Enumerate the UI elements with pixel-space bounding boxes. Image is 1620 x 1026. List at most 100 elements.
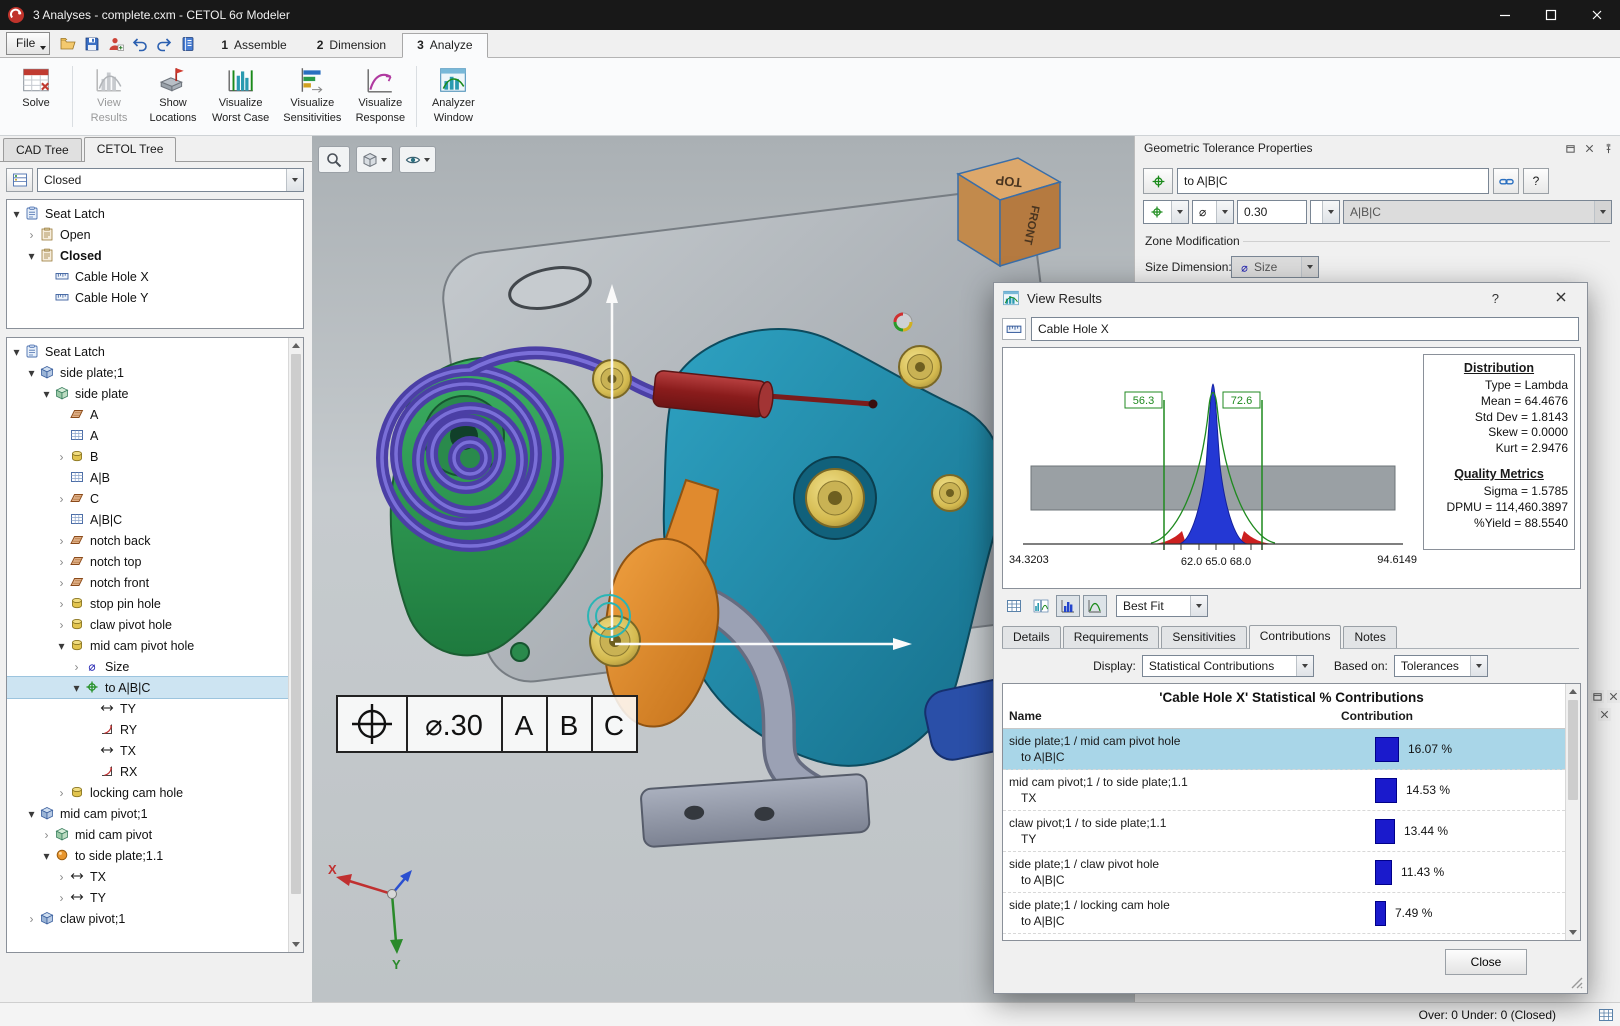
- tolerance-type-button[interactable]: [1143, 168, 1173, 194]
- measurement-name-input[interactable]: Cable Hole X: [1031, 317, 1579, 341]
- expand-icon[interactable]: ›: [54, 891, 69, 905]
- scroll-down-icon[interactable]: [1566, 925, 1580, 940]
- contribution-row-mid-cam-1-to-mid-cam-pivot-1-1[interactable]: mid cam;1 / to mid cam pivot;1.1: [1003, 934, 1580, 941]
- tree-item-rx[interactable]: RX: [7, 761, 288, 782]
- tree-item-closed[interactable]: ▾Closed: [7, 245, 303, 266]
- view-cube[interactable]: TOP FRONT: [958, 158, 1060, 266]
- tree-item-cable-hole-x[interactable]: Cable Hole X: [7, 266, 303, 287]
- tolerance-name-input[interactable]: to A|B|C: [1177, 168, 1489, 194]
- dropdown-arrow-icon[interactable]: [286, 169, 303, 191]
- tree-item-cable-hole-y[interactable]: Cable Hole Y: [7, 287, 303, 308]
- analysis-state-dropdown[interactable]: Closed: [37, 168, 304, 192]
- collapse-icon[interactable]: ▾: [39, 387, 54, 401]
- tree-item-seat-latch[interactable]: ▾Seat Latch: [7, 203, 303, 224]
- expand-icon[interactable]: ›: [54, 786, 69, 800]
- based-on-dropdown[interactable]: Tolerances: [1394, 655, 1488, 677]
- solve-button[interactable]: Solve: [4, 61, 68, 132]
- panel-float-icon[interactable]: [1565, 143, 1576, 154]
- ribbon-tab-dimension[interactable]: 2Dimension: [303, 34, 400, 57]
- tree-item-size[interactable]: ›⌀Size: [7, 656, 288, 677]
- show-fit-curve-button[interactable]: [1083, 595, 1107, 617]
- tree-item-stop-pin-hole[interactable]: ›stop pin hole: [7, 593, 288, 614]
- collapse-icon[interactable]: ▾: [9, 207, 24, 221]
- tree-item-mid-cam-pivot[interactable]: ›mid cam pivot: [7, 824, 288, 845]
- expand-icon[interactable]: ›: [54, 534, 69, 548]
- dialog-title-bar[interactable]: View Results ?: [994, 283, 1587, 313]
- tree-item-mid-cam-pivot-hole[interactable]: ▾mid cam pivot hole: [7, 635, 288, 656]
- visibility-button[interactable]: [399, 146, 436, 173]
- show-locations-button[interactable]: ShowLocations: [141, 61, 205, 132]
- expand-icon[interactable]: ›: [54, 492, 69, 506]
- tolerance-value-input[interactable]: 0.30: [1237, 200, 1307, 224]
- notes-button[interactable]: [178, 34, 197, 53]
- save-button[interactable]: [82, 34, 101, 53]
- panel-float-button[interactable]: [1591, 690, 1604, 703]
- file-menu-button[interactable]: File: [6, 32, 50, 55]
- redo-button[interactable]: [154, 34, 173, 53]
- tree-item-seat-latch[interactable]: ▾Seat Latch: [7, 341, 288, 362]
- tab-requirements[interactable]: Requirements: [1063, 626, 1160, 648]
- panel-pin-icon[interactable]: [1603, 143, 1614, 154]
- tree-item-a[interactable]: A: [7, 425, 288, 446]
- tree-item-ty[interactable]: ›TY: [7, 887, 288, 908]
- tree-item-notch-back[interactable]: ›notch back: [7, 530, 288, 551]
- scroll-down-icon[interactable]: [289, 937, 303, 952]
- collapse-icon[interactable]: ▾: [54, 639, 69, 653]
- show-both-button[interactable]: [1029, 595, 1053, 617]
- expand-icon[interactable]: ›: [24, 228, 39, 242]
- open-file-button[interactable]: [58, 34, 77, 53]
- scroll-up-icon[interactable]: [289, 338, 303, 353]
- expand-icon[interactable]: ›: [54, 870, 69, 884]
- zone-shape-dropdown[interactable]: ⌀: [1192, 200, 1234, 224]
- ribbon-tab-analyze[interactable]: 3Analyze: [402, 33, 487, 58]
- panel-close-icon[interactable]: [1584, 143, 1595, 154]
- zoom-tool-button[interactable]: [318, 146, 350, 173]
- ribbon-tab-assemble[interactable]: 1Assemble: [207, 34, 300, 57]
- resize-grip[interactable]: [1570, 976, 1584, 990]
- solve-user-button[interactable]: [106, 34, 125, 53]
- tree-item-mid-cam-pivot-1[interactable]: ▾mid cam pivot;1: [7, 803, 288, 824]
- collapse-icon[interactable]: ▾: [69, 681, 84, 695]
- close-button[interactable]: Close: [1445, 949, 1527, 975]
- tree-item-locking-cam-hole[interactable]: ›locking cam hole: [7, 782, 288, 803]
- expand-icon[interactable]: ›: [54, 576, 69, 590]
- expand-icon[interactable]: ›: [54, 555, 69, 569]
- tab-notes[interactable]: Notes: [1343, 626, 1396, 648]
- tree-item-open[interactable]: ›Open: [7, 224, 303, 245]
- tree-item-notch-top[interactable]: ›notch top: [7, 551, 288, 572]
- dialog-help-button[interactable]: ?: [1486, 290, 1505, 307]
- expand-icon[interactable]: ›: [54, 618, 69, 632]
- tree-item-side-plate[interactable]: ▾side plate: [7, 383, 288, 404]
- show-histogram-button[interactable]: [1056, 595, 1080, 617]
- tree-item-to-side-plate-1-1[interactable]: ▾to side plate;1.1: [7, 845, 288, 866]
- tolerance-symbol-dropdown[interactable]: [1143, 200, 1189, 224]
- collapse-icon[interactable]: ▾: [39, 849, 54, 863]
- collapse-icon[interactable]: ▾: [9, 345, 24, 359]
- panel-close-button[interactable]: [1607, 690, 1620, 703]
- tab-details[interactable]: Details: [1002, 626, 1061, 648]
- tree-item-c[interactable]: ›C: [7, 488, 288, 509]
- expand-icon[interactable]: ›: [39, 828, 54, 842]
- tree-item-tx[interactable]: ›TX: [7, 866, 288, 887]
- tree-item-side-plate-1[interactable]: ▾side plate;1: [7, 362, 288, 383]
- expand-icon[interactable]: ›: [54, 597, 69, 611]
- panel-close-button-2[interactable]: [1598, 708, 1611, 721]
- tree-item-claw-pivot-1[interactable]: ›claw pivot;1: [7, 908, 288, 929]
- modifier-dropdown[interactable]: [1310, 200, 1340, 224]
- show-table-button[interactable]: [1002, 595, 1026, 617]
- tree-item-ry[interactable]: RY: [7, 719, 288, 740]
- tree-item-claw-pivot-hole[interactable]: ›claw pivot hole: [7, 614, 288, 635]
- analysis-manager-button[interactable]: [6, 168, 33, 192]
- scroll-thumb[interactable]: [291, 354, 301, 894]
- fit-type-dropdown[interactable]: Best Fit: [1116, 595, 1208, 617]
- undo-button[interactable]: [130, 34, 149, 53]
- link-button[interactable]: [1493, 168, 1519, 194]
- scroll-up-icon[interactable]: [1566, 684, 1580, 699]
- view-cube-button[interactable]: [356, 146, 393, 173]
- collapse-icon[interactable]: ▾: [24, 249, 39, 263]
- table-scrollbar[interactable]: [1565, 684, 1580, 940]
- visualize-response-button[interactable]: VisualizeResponse: [348, 61, 412, 132]
- contribution-row-mid-cam-pivot-1-to-side-plate-1-1[interactable]: mid cam pivot;1 / to side plate;1.1TX14.…: [1003, 770, 1580, 811]
- tree-item-a[interactable]: A: [7, 404, 288, 425]
- tree-item-to-a-b-c[interactable]: ▾to A|B|C: [7, 677, 288, 698]
